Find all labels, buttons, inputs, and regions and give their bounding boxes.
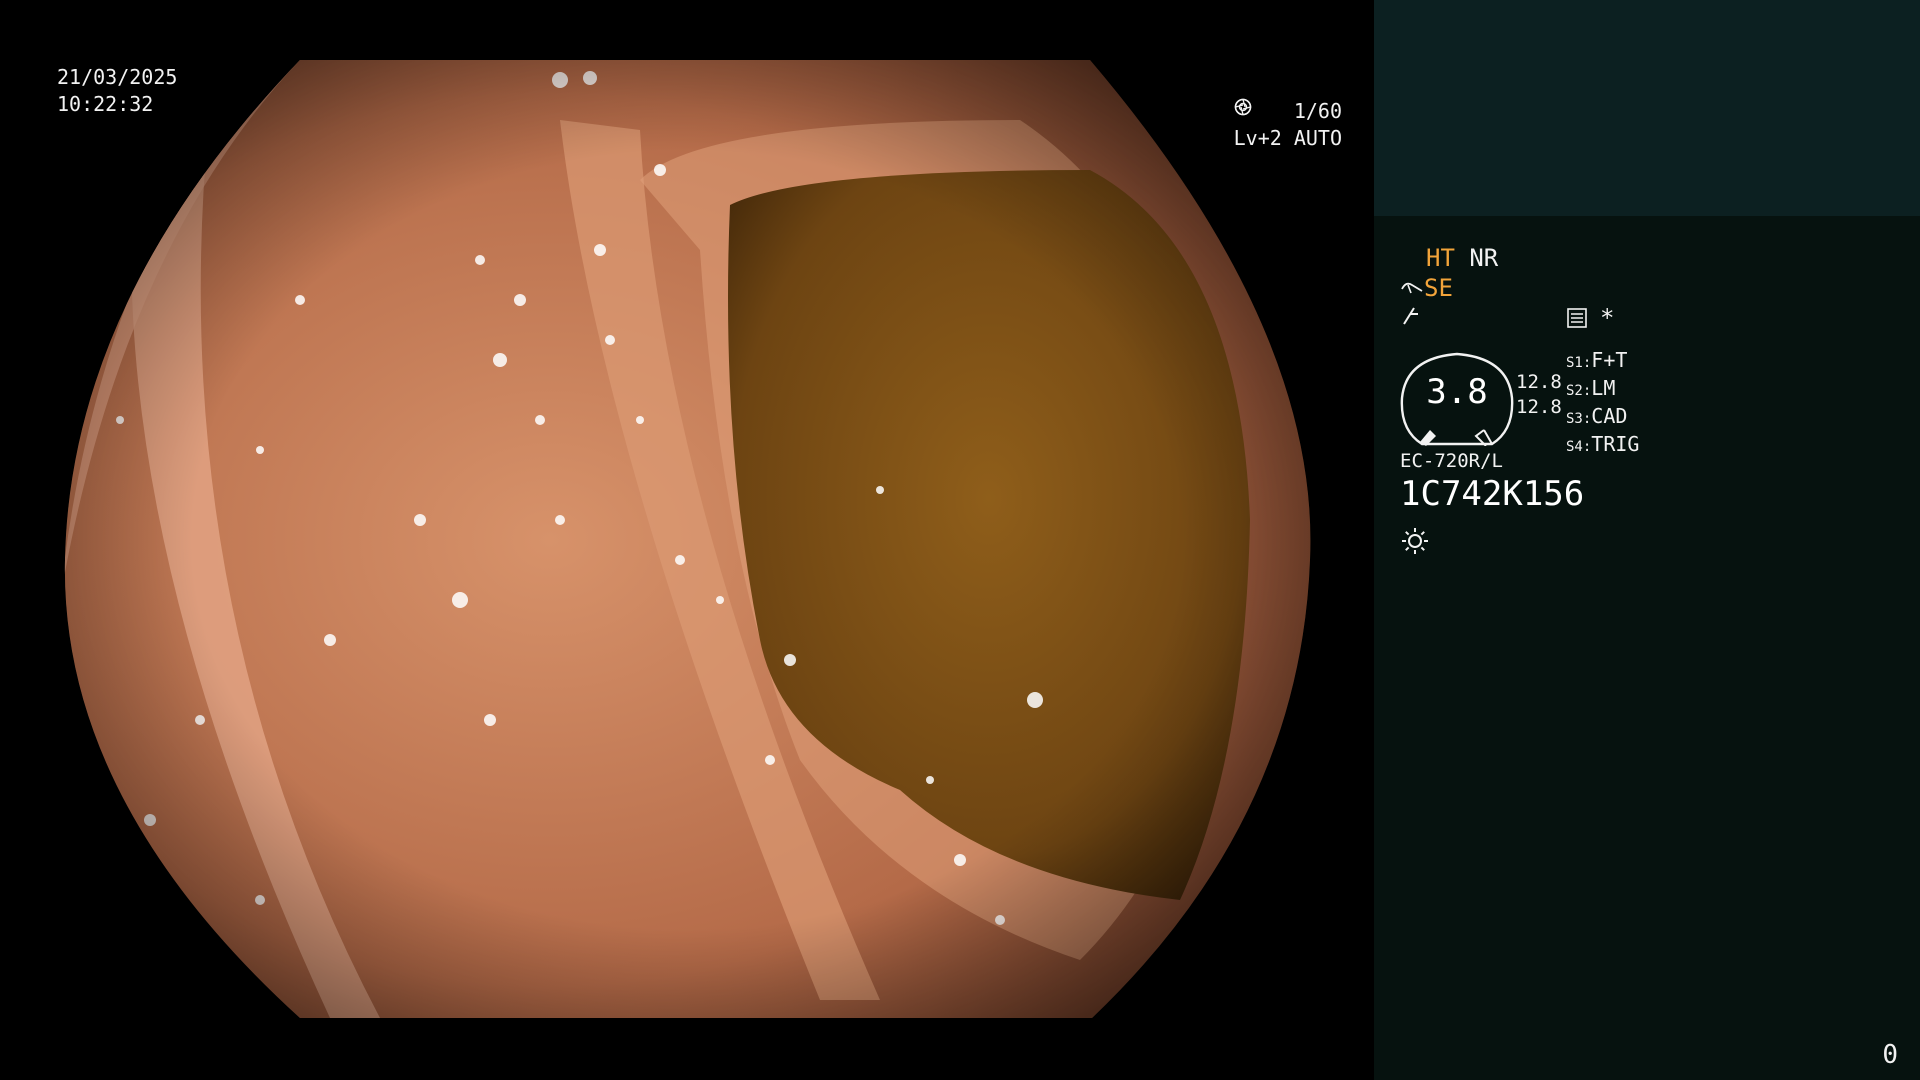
- switch-row: S1:F+T: [1566, 348, 1628, 372]
- nr-label: NR: [1469, 244, 1499, 272]
- date-text: 21/03/2025: [57, 65, 178, 89]
- flash-icon: [1403, 307, 1418, 325]
- menu-list-icon: [1567, 308, 1587, 328]
- datetime-display: 21/03/2025 10:22:32: [57, 64, 177, 118]
- se-status: SE: [1400, 274, 1453, 302]
- scope-tip-icon: [1401, 282, 1423, 294]
- asterisk-indicator: *: [1600, 304, 1615, 332]
- endoscope-view: 21/03/2025 10:22:32 1/60 Lv+2 AUTO: [0, 0, 1374, 1080]
- switch-row: S3:CAD: [1566, 404, 1628, 428]
- switch-row: S2:LM: [1566, 376, 1616, 400]
- switch-row: S4:TRIG: [1566, 432, 1640, 456]
- info-panel: HT NR SE * 3.8 12.8 12.8 S1:F+T S2:LM S3…: [1374, 216, 1920, 1080]
- sun-icon: [1402, 528, 1428, 554]
- iris-icon: [1234, 98, 1251, 116]
- frame-counter: 0: [1882, 1040, 1898, 1070]
- shutter-speed-text: 1/60: [1293, 99, 1342, 123]
- flash-status: [1400, 304, 1422, 334]
- gauge-right-value: 12.8: [1516, 396, 1562, 418]
- gauge-value: 3.8: [1426, 372, 1488, 412]
- panel-header-area: [1374, 0, 1920, 216]
- gauge-left-value: 12.8: [1516, 371, 1562, 393]
- scope-serial: 1C742K156: [1400, 474, 1585, 514]
- enhancement-status: HT NR: [1426, 244, 1498, 272]
- gauge-readouts: 12.8 12.8: [1516, 370, 1562, 420]
- endoscope-image: [64, 60, 1311, 1018]
- brightness-gauge: 3.8: [1400, 350, 1514, 447]
- switch-assignments: S1:F+T S2:LM S3:CAD S4:TRIG: [1566, 348, 1639, 460]
- exposure-info: 1/60 Lv+2 AUTO: [1234, 98, 1342, 152]
- level-text: Lv+2 AUTO: [1233, 126, 1342, 150]
- se-label: SE: [1424, 274, 1453, 302]
- scope-model: EC-720R/L: [1400, 450, 1503, 472]
- time-text: 10:22:32: [57, 92, 154, 116]
- endoscopy-screen: 21/03/2025 10:22:32 1/60 Lv+2 AUTO HT NR…: [0, 0, 1920, 1080]
- menu-status: *: [1566, 304, 1614, 332]
- ht-label: HT: [1426, 244, 1455, 272]
